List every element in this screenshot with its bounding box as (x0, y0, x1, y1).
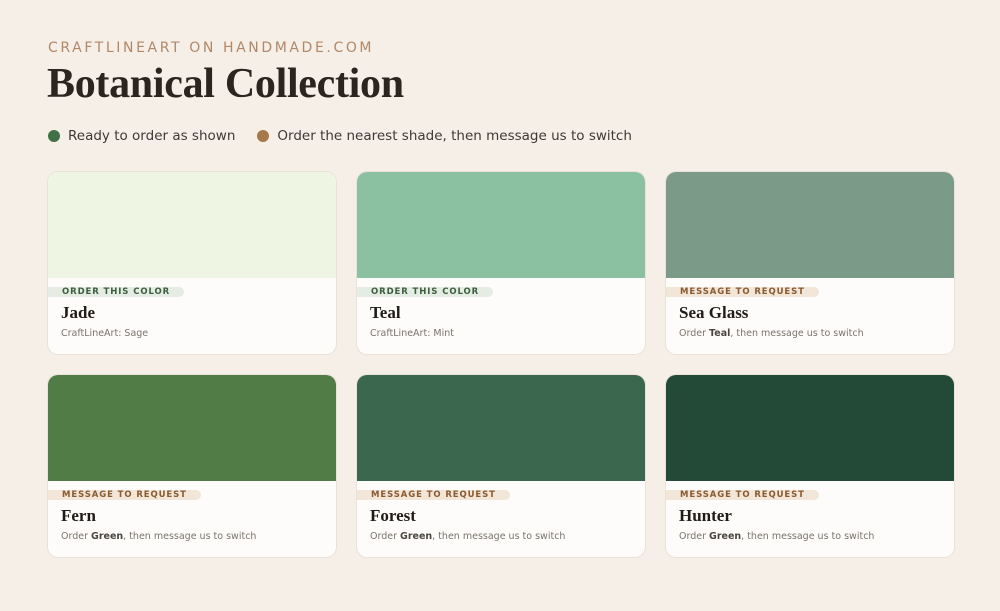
instruction-prefix: Order (679, 328, 710, 339)
green-dot-icon (48, 130, 60, 142)
color-card-jade[interactable]: ORDER THIS COLOR Jade CraftLineArt: Sage (48, 172, 336, 354)
color-swatch (48, 375, 336, 481)
instruction-prefix: Order (370, 531, 401, 542)
color-name: Fern (61, 506, 96, 525)
instruction-prefix: Order (61, 531, 92, 542)
status-badge: MESSAGE TO REQUEST (666, 287, 819, 297)
legend-item-ready: Ready to order as shown (48, 128, 235, 144)
color-name: Jade (61, 303, 95, 322)
legend-item-message: Order the nearest shade, then message us… (257, 128, 632, 144)
status-badge: MESSAGE TO REQUEST (48, 490, 201, 500)
instruction-shade: Teal (709, 328, 731, 339)
color-swatch (666, 375, 954, 481)
brown-dot-icon (257, 130, 270, 142)
status-badge: MESSAGE TO REQUEST (666, 490, 819, 500)
color-instruction: CraftLineArt: Mint (370, 328, 454, 339)
legend-label-ready: Ready to order as shown (68, 128, 236, 144)
color-name: Hunter (679, 506, 732, 525)
color-instruction: Order Green, then message us to switch (679, 531, 874, 542)
color-instruction: Order Green, then message us to switch (370, 531, 565, 542)
color-swatch (666, 172, 954, 278)
instruction-shade: Green (400, 531, 433, 542)
instruction-suffix: , then message us to switch (741, 531, 875, 542)
color-swatch (357, 172, 645, 278)
color-card-hunter[interactable]: MESSAGE TO REQUEST Hunter Order Green, t… (666, 375, 954, 557)
status-badge: ORDER THIS COLOR (357, 287, 494, 297)
instruction-suffix: , then message us to switch (730, 328, 864, 339)
color-name: Teal (370, 303, 401, 322)
store-eyebrow: CRAFTLINEART ON HANDMADE.COM (48, 40, 375, 56)
color-grid: ORDER THIS COLOR Jade CraftLineArt: Sage… (48, 172, 954, 557)
instruction-suffix: , then message us to switch (432, 531, 566, 542)
instruction-shade: Green (709, 531, 742, 542)
color-name: Forest (370, 506, 416, 525)
status-badge: ORDER THIS COLOR (48, 287, 185, 297)
legend-label-message: Order the nearest shade, then message us… (277, 128, 632, 144)
color-instruction: Order Teal, then message us to switch (679, 328, 864, 339)
color-instruction: CraftLineArt: Sage (61, 328, 148, 339)
page-title: Botanical Collection (47, 61, 404, 107)
instruction-prefix: CraftLineArt: Mint (370, 328, 454, 339)
color-card-forest[interactable]: MESSAGE TO REQUEST Forest Order Green, t… (357, 375, 645, 557)
color-swatch (48, 172, 336, 278)
color-card-sea-glass[interactable]: MESSAGE TO REQUEST Sea Glass Order Teal,… (666, 172, 954, 354)
instruction-suffix: , then message us to switch (123, 531, 257, 542)
color-card-fern[interactable]: MESSAGE TO REQUEST Fern Order Green, the… (48, 375, 336, 557)
color-swatch (357, 375, 645, 481)
color-name: Sea Glass (679, 303, 749, 322)
instruction-shade: Green (91, 531, 124, 542)
instruction-prefix: CraftLineArt: Sage (61, 328, 149, 339)
status-badge: MESSAGE TO REQUEST (357, 490, 510, 500)
legend: Ready to order as shown Order the neares… (48, 128, 632, 144)
color-card-teal[interactable]: ORDER THIS COLOR Teal CraftLineArt: Mint (357, 172, 645, 354)
instruction-prefix: Order (679, 531, 710, 542)
color-instruction: Order Green, then message us to switch (61, 531, 256, 542)
